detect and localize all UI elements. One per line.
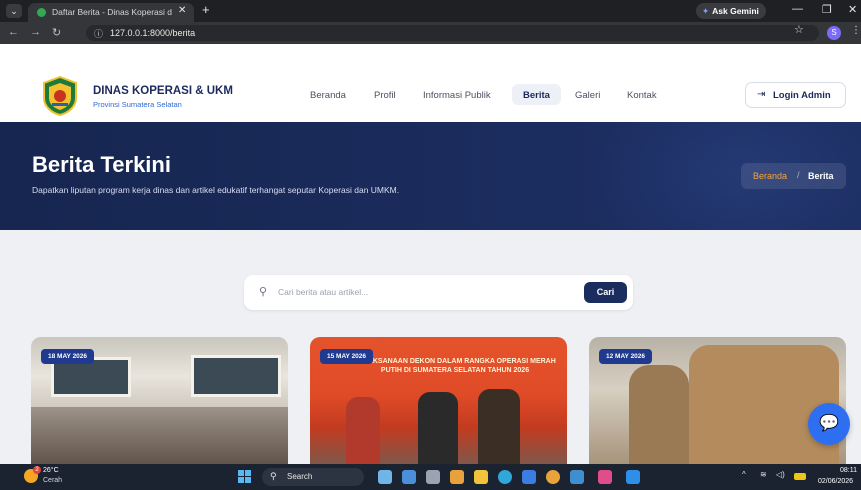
ask-gemini-button[interactable]: ✦ Ask Gemini xyxy=(696,3,766,19)
chat-bubble-icon[interactable]: 💬 xyxy=(808,403,850,445)
taskbar-app-icon[interactable] xyxy=(426,470,440,484)
news-date-badge: 12 MAY 2026 xyxy=(599,349,653,364)
news-card[interactable]: 12 MAY 2026 xyxy=(589,337,846,467)
edge-icon[interactable] xyxy=(498,470,512,484)
search-input[interactable] xyxy=(278,284,578,300)
chrome-icon[interactable] xyxy=(546,470,560,484)
search-button[interactable]: Cari xyxy=(584,282,627,303)
news-image-window xyxy=(191,355,281,397)
news-image-person xyxy=(346,397,380,467)
wifi-icon[interactable]: ≋ xyxy=(760,470,767,479)
close-window-icon[interactable]: ✕ xyxy=(848,3,857,16)
browser-tab-bar: ⌄ Daftar Berita - Dinas Koperasi d ✕ + ✦… xyxy=(0,0,861,22)
taskbar-time[interactable]: 08:11 xyxy=(840,467,857,474)
tray-chevron-icon[interactable]: ^ xyxy=(742,470,746,479)
news-date-badge: 15 MAY 2026 xyxy=(320,349,374,364)
news-date-badge: 18 MAY 2026 xyxy=(41,349,95,364)
taskbar-app-icon[interactable] xyxy=(378,470,392,484)
search-bar: ⚲ Cari xyxy=(244,275,633,310)
taskbar-search-icon: ⚲ xyxy=(270,471,277,481)
brand-title[interactable]: DINAS KOPERASI & UKM xyxy=(93,85,233,97)
nav-berita-label: Berita xyxy=(523,90,550,101)
news-image-person xyxy=(418,392,458,467)
browser-tab[interactable]: Daftar Berita - Dinas Koperasi d ✕ xyxy=(28,3,194,22)
search-icon: ⚲ xyxy=(259,286,268,298)
news-image-person xyxy=(478,389,520,467)
news-banner-text: PELAKSANAAN DEKON DALAM RANGKA OPERASI M… xyxy=(354,358,556,374)
volume-icon[interactable]: ◁) xyxy=(776,470,785,479)
breadcrumb-home-link[interactable]: Beranda xyxy=(753,171,787,181)
tab-title: Daftar Berita - Dinas Koperasi d xyxy=(52,7,172,17)
taskbar-app-icon[interactable] xyxy=(598,470,612,484)
site-navbar xyxy=(0,44,861,122)
page-title: Berita Terkini xyxy=(32,152,171,177)
windows-taskbar: 2 26°C Cerah ⚲ Search ^ ≋ ◁) 08:11 02/06… xyxy=(0,464,861,490)
menu-kebab-icon[interactable]: ⋮ xyxy=(851,25,861,36)
taskbar-app-icon[interactable] xyxy=(450,470,464,484)
site-info-icon[interactable]: ⓘ xyxy=(94,27,103,40)
gemini-label: Ask Gemini xyxy=(712,6,759,16)
breadcrumb-separator: / xyxy=(797,170,800,180)
weather-badge: 2 xyxy=(33,466,41,474)
taskbar-search[interactable]: ⚲ Search xyxy=(262,468,364,486)
taskbar-app-icon[interactable] xyxy=(522,470,536,484)
nav-informasi-publik[interactable]: Informasi Publik xyxy=(423,90,491,101)
nav-berita[interactable]: Berita xyxy=(512,84,561,105)
brand-subtitle: Provinsi Sumatera Selatan xyxy=(93,100,182,109)
nav-profil[interactable]: Profil xyxy=(374,90,396,101)
favicon-icon xyxy=(37,8,46,17)
url-field[interactable]: ⓘ 127.0.0.1:8000/berita xyxy=(86,25,819,41)
reload-icon[interactable]: ↻ xyxy=(52,26,61,39)
breadcrumb-current: Berita xyxy=(808,171,834,181)
news-card[interactable]: 15 MAY 2026 PELAKSANAAN DEKON DALAM RANG… xyxy=(310,337,567,467)
login-admin-label: Login Admin xyxy=(773,90,831,101)
profile-avatar[interactable]: S xyxy=(827,26,841,40)
file-explorer-icon[interactable] xyxy=(474,470,488,484)
gemini-spark-icon: ✦ xyxy=(702,6,710,16)
news-card[interactable]: 18 MAY 2026 xyxy=(31,337,288,467)
page-hero: Berita Terkini Dapatkan liputan program … xyxy=(0,122,861,230)
login-admin-button[interactable]: ⇥ Login Admin xyxy=(745,82,846,108)
minimize-icon[interactable]: — xyxy=(792,3,803,15)
forward-icon[interactable]: → xyxy=(30,26,41,38)
address-bar: ← → ↻ ⓘ 127.0.0.1:8000/berita ☆ S ⋮ xyxy=(0,22,861,44)
windows-start-icon[interactable] xyxy=(238,470,252,484)
back-icon[interactable]: ← xyxy=(8,26,19,38)
weather-temperature[interactable]: 26°C xyxy=(43,467,59,474)
restore-icon[interactable]: ❐ xyxy=(822,3,832,16)
breadcrumb: Beranda / Berita xyxy=(741,163,846,189)
vscode-icon[interactable] xyxy=(626,470,640,484)
news-image-crowd xyxy=(31,407,288,467)
taskbar-search-label: Search xyxy=(287,472,313,481)
tab-close-icon[interactable]: ✕ xyxy=(178,5,186,16)
new-tab-button[interactable]: + xyxy=(202,2,210,17)
taskbar-app-icon[interactable] xyxy=(570,470,584,484)
taskbar-date[interactable]: 02/06/2026 xyxy=(818,478,853,485)
url-text: 127.0.0.1:8000/berita xyxy=(110,28,196,38)
login-icon: ⇥ xyxy=(757,89,766,100)
news-image-person xyxy=(629,365,689,467)
page-description: Dapatkan liputan program kerja dinas dan… xyxy=(32,185,400,195)
nav-beranda[interactable]: Beranda xyxy=(310,90,346,101)
bookmark-star-icon[interactable]: ☆ xyxy=(794,23,804,36)
battery-icon[interactable] xyxy=(794,473,806,480)
weather-condition: Cerah xyxy=(43,477,63,484)
dinas-logo[interactable] xyxy=(42,76,78,116)
nav-kontak[interactable]: Kontak xyxy=(627,90,657,101)
nav-galeri[interactable]: Galeri xyxy=(575,90,600,101)
taskbar-app-icon[interactable] xyxy=(402,470,416,484)
tab-list-chevron-icon[interactable]: ⌄ xyxy=(6,4,22,18)
